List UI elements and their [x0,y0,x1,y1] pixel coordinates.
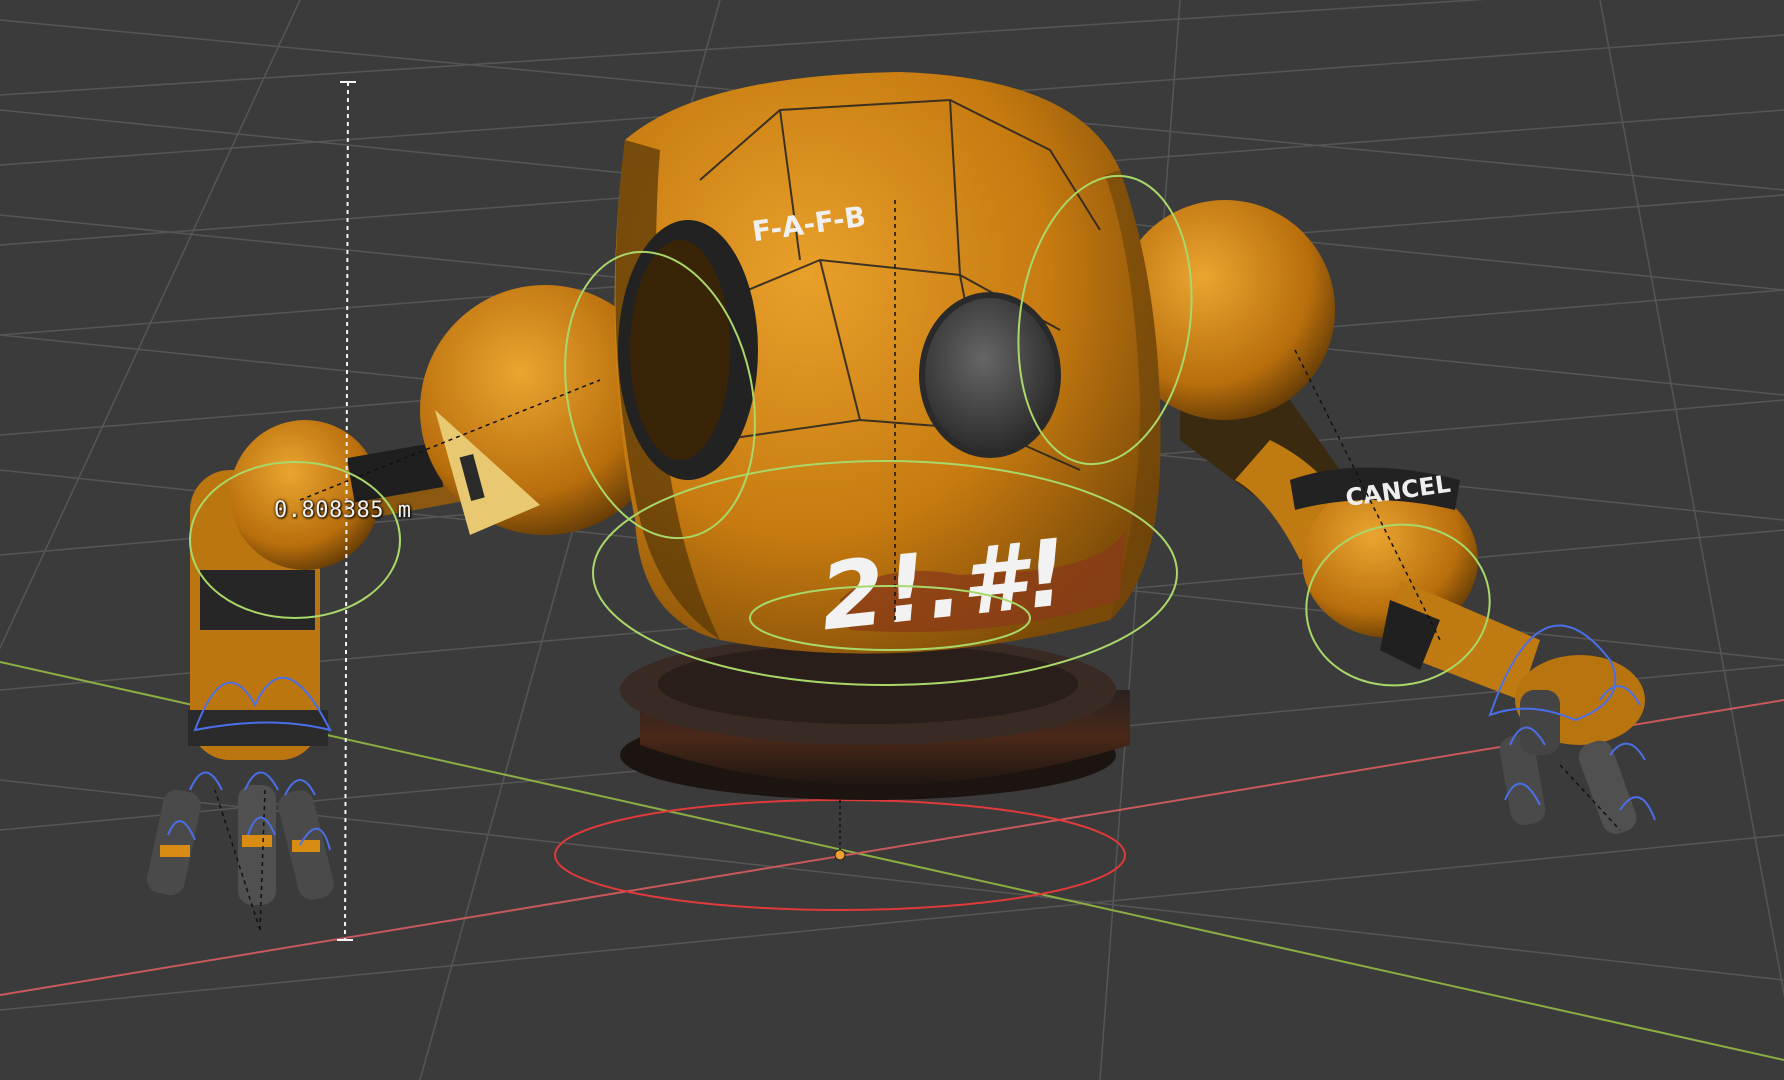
body-side-port [618,220,758,480]
robot-base[interactable] [620,635,1130,800]
3d-viewport[interactable]: CANCEL F-A-F-B 2!.#! 0.808385 m [0,0,1784,1080]
robot-right-arm[interactable]: CANCEL [1115,200,1540,700]
origin-dot-icon[interactable] [834,849,846,861]
measurement-label: 0.808385 m [274,498,412,523]
robot-left-arm[interactable] [188,420,470,760]
scene-canvas[interactable]: CANCEL F-A-F-B 2!.#! [0,0,1784,1080]
body-front-port [919,292,1061,458]
robot-left-hand[interactable] [144,785,336,905]
